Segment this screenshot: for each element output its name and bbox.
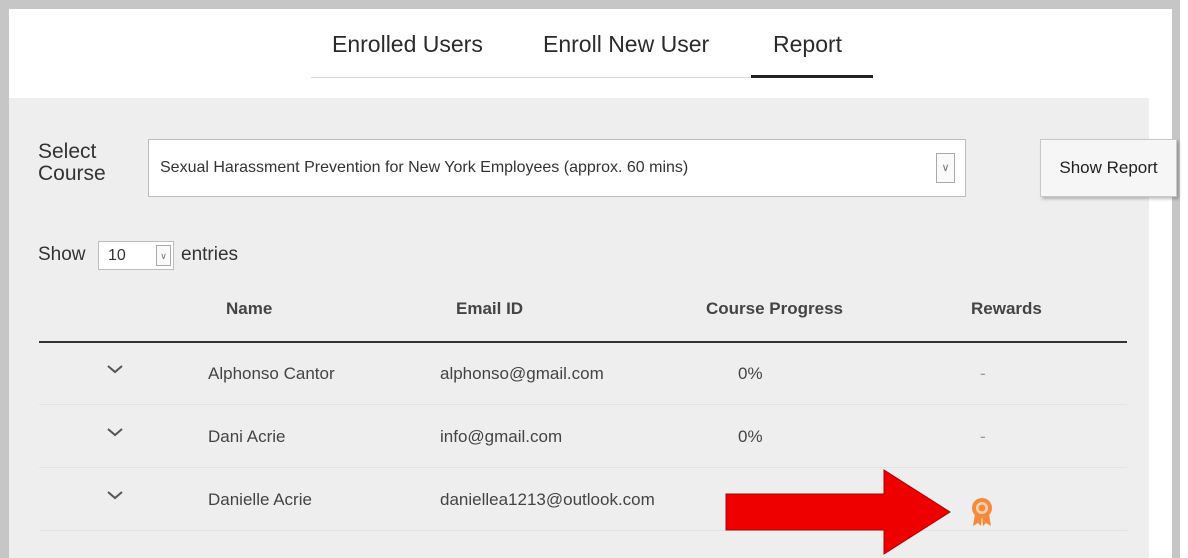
row-progress: 0%	[738, 364, 763, 383]
row-rewards: -	[980, 427, 986, 446]
row-name: Alphonso Cantor	[208, 364, 335, 383]
expand-chevron-icon[interactable]	[105, 485, 125, 507]
column-header-rewards[interactable]: Rewards	[971, 299, 1042, 319]
column-header-name[interactable]: Name	[226, 299, 272, 319]
table-row: Alphonso Cantor alphonso@gmail.com 0% -	[39, 343, 1127, 405]
row-name: Dani Acrie	[208, 427, 286, 446]
column-header-email[interactable]: Email ID	[456, 299, 523, 319]
row-email: daniellea1213@outlook.com	[440, 490, 655, 509]
row-name: Danielle Acrie	[208, 490, 312, 509]
row-email: alphonso@gmail.com	[440, 364, 604, 383]
award-medal-icon	[972, 498, 992, 526]
show-report-button[interactable]: Show Report	[1040, 139, 1177, 197]
report-panel: Select Course Sexual Harassment Preventi…	[9, 98, 1177, 558]
tab-bar: Enrolled Users Enroll New User Report	[311, 19, 873, 78]
table-row: Danielle Acrie daniellea1213@outlook.com	[39, 469, 1127, 531]
active-tab-indicator	[751, 75, 873, 78]
chevron-down-icon[interactable]: ∨	[156, 245, 171, 266]
column-header-course-progress[interactable]: Course Progress	[706, 299, 843, 319]
table-row: Dani Acrie info@gmail.com 0% -	[39, 406, 1127, 468]
entries-dropdown[interactable]: 10 ∨	[98, 241, 174, 270]
select-course-label-text: Select Course	[38, 140, 106, 185]
tab-report[interactable]: Report	[773, 31, 842, 58]
expand-chevron-icon[interactable]	[105, 359, 125, 381]
row-email: info@gmail.com	[440, 427, 563, 446]
red-arrow-annotation-icon	[725, 469, 951, 555]
expand-chevron-icon[interactable]	[105, 422, 125, 444]
entries-dropdown-value: 10	[108, 247, 126, 264]
row-rewards: -	[980, 364, 986, 383]
chevron-down-icon[interactable]: ∨	[936, 153, 955, 183]
tab-enrolled-users[interactable]: Enrolled Users	[332, 31, 483, 58]
row-progress: 0%	[738, 427, 763, 446]
course-dropdown-value: Sexual Harassment Prevention for New Yor…	[160, 159, 689, 176]
tab-enroll-new-user[interactable]: Enroll New User	[543, 31, 709, 58]
course-dropdown[interactable]: Sexual Harassment Prevention for New Yor…	[148, 139, 966, 197]
show-entries-label: Show	[38, 244, 86, 265]
select-course-label: Select Course	[38, 141, 106, 185]
entries-suffix-label: entries	[181, 244, 239, 265]
